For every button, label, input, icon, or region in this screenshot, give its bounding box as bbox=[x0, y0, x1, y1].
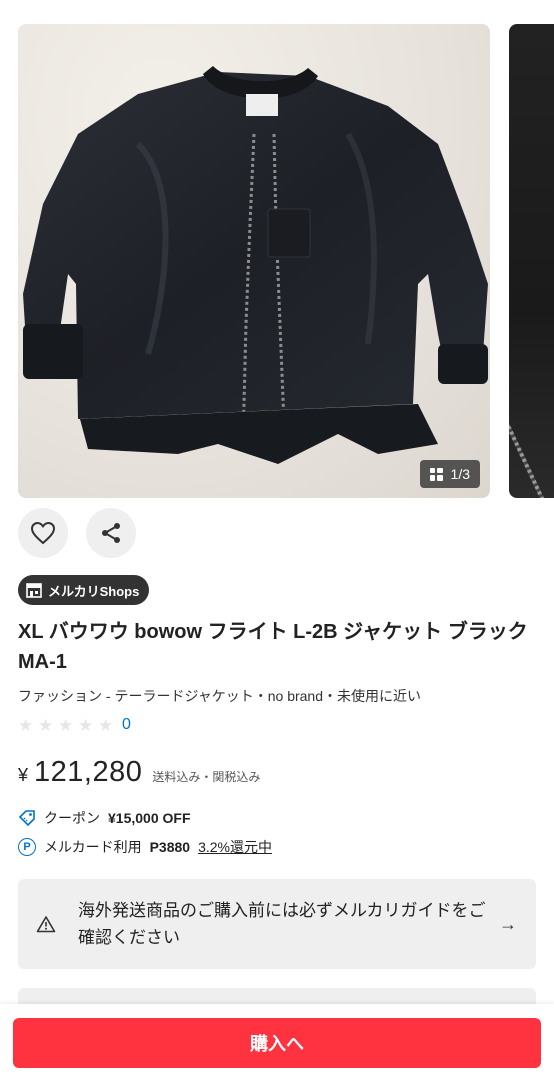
bottom-bar: 購入へ bbox=[0, 1004, 554, 1080]
points-rate-link[interactable]: 3.2%還元中 bbox=[198, 837, 272, 857]
image-carousel[interactable]: 1/3 bbox=[18, 24, 554, 498]
share-icon bbox=[102, 523, 120, 543]
product-category[interactable]: ファッション - テーラードジャケット・no brand・未使用に近い bbox=[18, 686, 421, 706]
points-value: P3880 bbox=[149, 839, 191, 855]
coupon-row[interactable]: クーポン ¥15,000 OFF bbox=[18, 808, 191, 828]
star-icon: ★ bbox=[78, 715, 94, 735]
arrow-right-icon: → bbox=[499, 913, 517, 934]
points-row[interactable]: P メルカード利用 P3880 3.2%還元中 bbox=[18, 837, 272, 857]
price: ¥ 121,280 送料込み・関税込み bbox=[18, 756, 260, 789]
mercari-shops-badge[interactable]: メルカリShops bbox=[18, 575, 150, 605]
coupon-value: ¥15,000 OFF bbox=[108, 810, 191, 826]
currency-symbol: ¥ bbox=[18, 765, 29, 785]
rating[interactable]: ★ ★ ★ ★ ★ 0 bbox=[18, 716, 131, 734]
heart-icon bbox=[30, 521, 56, 545]
coupon-label: クーポン bbox=[44, 810, 100, 826]
next-photo-preview[interactable] bbox=[509, 24, 554, 498]
tax-note: 送料込み・関税込み bbox=[152, 770, 261, 784]
action-buttons bbox=[18, 508, 136, 558]
coupon-tag-icon bbox=[18, 810, 35, 827]
product-photo[interactable]: 1/3 bbox=[18, 24, 490, 498]
star-icon: ★ bbox=[18, 715, 34, 735]
star-icon: ★ bbox=[98, 715, 114, 735]
overseas-shipping-notice[interactable]: 海外発送商品のご購入前には必ずメルカリガイドをご確認ください → bbox=[18, 879, 536, 969]
image-counter: 1/3 bbox=[419, 460, 480, 488]
star-icon: ★ bbox=[38, 715, 54, 735]
buy-button[interactable]: 購入へ bbox=[13, 1018, 541, 1068]
share-button[interactable] bbox=[86, 508, 136, 558]
p-point-icon: P bbox=[18, 838, 36, 856]
product-title: XL バウワウ bowow フライト L-2B ジャケット ブラック MA-1 bbox=[18, 621, 528, 673]
star-icon: ★ bbox=[58, 715, 74, 735]
warning-icon bbox=[36, 916, 56, 933]
grid-icon bbox=[429, 467, 443, 481]
zipper-detail bbox=[509, 398, 545, 498]
shop-icon bbox=[26, 582, 42, 598]
image-counter-text: 1/3 bbox=[450, 466, 470, 482]
shops-badge-label: メルカリShops bbox=[48, 583, 140, 599]
like-button[interactable] bbox=[18, 508, 68, 558]
jacket-image bbox=[23, 66, 488, 464]
points-label: メルカード利用 bbox=[44, 839, 142, 855]
price-amount: 121,280 bbox=[34, 756, 143, 788]
notice-text: 海外発送商品のご購入前には必ずメルカリガイドをご確認ください bbox=[78, 901, 486, 947]
rating-count[interactable]: 0 bbox=[122, 716, 131, 734]
